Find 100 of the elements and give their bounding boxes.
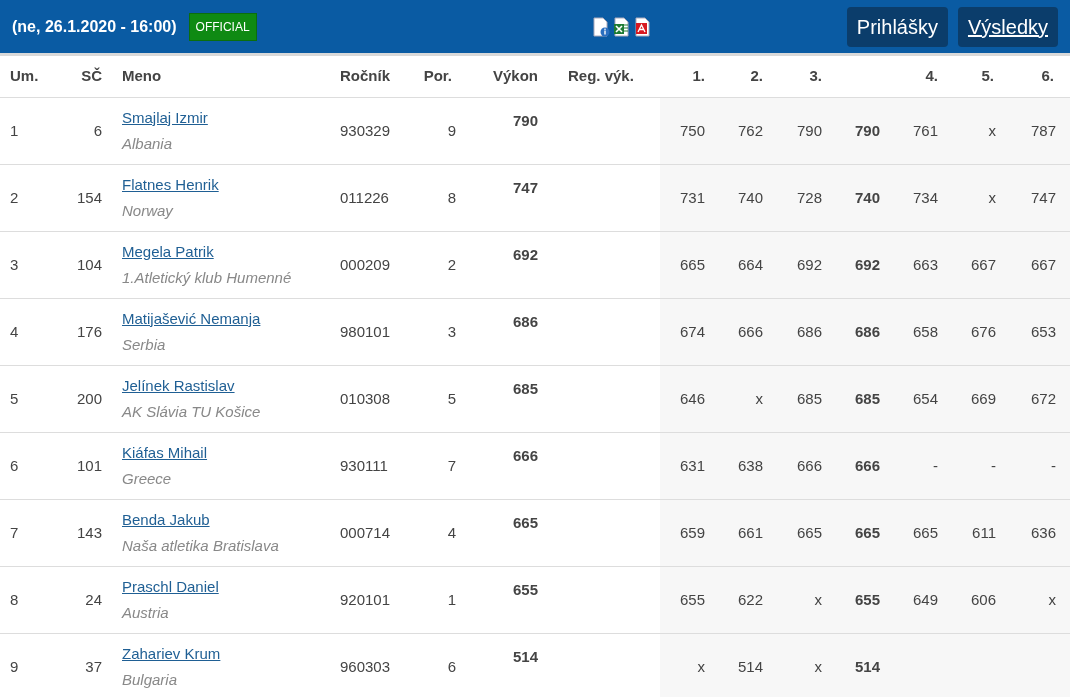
attempt-cell: 731 bbox=[660, 165, 715, 231]
attempt-cell: 622 bbox=[715, 567, 775, 633]
result-cell-text: 692 bbox=[512, 245, 538, 265]
attempt-cell: 661 bbox=[715, 500, 775, 566]
order-cell-text: 4 bbox=[447, 522, 456, 543]
bib-cell-text: 37 bbox=[85, 656, 102, 677]
attempt-cell: x bbox=[1008, 567, 1070, 633]
best-attempt-cell: 790 bbox=[830, 98, 890, 164]
result-cell-text: 514 bbox=[512, 647, 538, 667]
club-name: Bulgaria bbox=[122, 670, 178, 690]
best-attempt-cell: 655 bbox=[830, 567, 890, 633]
event-datetime: (ne, 26.1.2020 - 16:00) bbox=[12, 16, 177, 37]
result-cell-text: 666 bbox=[512, 446, 538, 466]
birth-date-cell-text: 010308 bbox=[340, 388, 391, 409]
result-cell-text: 655 bbox=[512, 580, 538, 600]
athlete-link[interactable]: Flatnes Henrik bbox=[122, 173, 219, 196]
birth-date-cell-text: 980101 bbox=[340, 321, 391, 342]
attempt-cell: 631 bbox=[660, 433, 715, 499]
attempt-cell: 665 bbox=[660, 232, 715, 298]
birth-date-cell-text: 011226 bbox=[340, 187, 389, 208]
bib-cell-text: 143 bbox=[76, 522, 102, 543]
nav-button[interactable]: Prihlášky bbox=[846, 6, 948, 47]
order-cell-text: 6 bbox=[447, 656, 456, 677]
attempt-cell: 676 bbox=[950, 299, 1008, 365]
attempt-cell: 654 bbox=[890, 366, 950, 432]
bib-cell-text: 6 bbox=[93, 120, 102, 141]
nav-button[interactable]: Výsledky bbox=[957, 6, 1058, 47]
order-cell-text: 9 bbox=[447, 120, 456, 141]
attempt-cell: 686 bbox=[775, 299, 830, 365]
attempt-cell: 734 bbox=[890, 165, 950, 231]
attempt-cell: 750 bbox=[660, 98, 715, 164]
rank-cell-text: 8 bbox=[10, 589, 19, 610]
pdf-icon[interactable] bbox=[633, 16, 652, 37]
attempt-cell: 638 bbox=[715, 433, 775, 499]
column-header: 5. bbox=[981, 67, 994, 85]
rank-cell-text: 4 bbox=[10, 321, 19, 342]
rank-cell-text: 9 bbox=[10, 656, 19, 677]
athlete-link[interactable]: Jelínek Rastislav bbox=[122, 374, 235, 397]
bib-cell-text: 104 bbox=[76, 254, 102, 275]
result-cell-text: 747 bbox=[512, 178, 538, 198]
attempt-cell: 649 bbox=[890, 567, 950, 633]
rank-cell-text: 7 bbox=[10, 522, 19, 543]
athlete-link[interactable]: Matijašević Nemanja bbox=[122, 307, 261, 330]
birth-date-cell-text: 000209 bbox=[340, 254, 391, 275]
attempt-cell: 663 bbox=[890, 232, 950, 298]
attempt-cell: 762 bbox=[715, 98, 775, 164]
birth-date-cell-text: 000714 bbox=[340, 522, 391, 543]
athlete-link[interactable]: Kiáfas Mihail bbox=[122, 441, 208, 464]
attempt-cell: 667 bbox=[1008, 232, 1070, 298]
attempt-cell: x bbox=[950, 165, 1008, 231]
attempt-cell: 728 bbox=[775, 165, 830, 231]
best-attempt-cell: 665 bbox=[830, 500, 890, 566]
order-cell-text: 8 bbox=[447, 187, 456, 208]
attempt-cell: - bbox=[890, 433, 950, 499]
athlete-link[interactable]: Zahariev Krum bbox=[122, 642, 221, 665]
column-header: 1. bbox=[692, 67, 705, 85]
birth-date-cell-text: 930329 bbox=[340, 120, 391, 141]
attempt-cell: 666 bbox=[715, 299, 775, 365]
column-header: 3. bbox=[809, 67, 822, 85]
attempt-cell: 747 bbox=[1008, 165, 1070, 231]
club-name: AK Slávia TU Košice bbox=[122, 402, 261, 422]
attempt-cell: 646 bbox=[660, 366, 715, 432]
status-badge: OFFICIAL bbox=[188, 12, 257, 41]
result-cell-text: 665 bbox=[512, 513, 538, 533]
attempt-cell: 655 bbox=[660, 567, 715, 633]
document-info-icon[interactable] bbox=[591, 16, 610, 37]
result-cell-text: 686 bbox=[512, 312, 538, 332]
attempt-cell: 653 bbox=[1008, 299, 1070, 365]
column-header: 2. bbox=[750, 67, 763, 85]
attempt-cell: 659 bbox=[660, 500, 715, 566]
bib-cell-text: 200 bbox=[76, 388, 102, 409]
birth-date-cell-text: 960303 bbox=[340, 656, 391, 677]
bib-cell-text: 24 bbox=[85, 589, 102, 610]
rank-cell-text: 1 bbox=[10, 120, 19, 141]
club-name: Albania bbox=[122, 134, 173, 154]
athlete-link[interactable]: Praschl Daniel bbox=[122, 575, 219, 598]
club-name: Austria bbox=[122, 603, 169, 623]
attempt-cell: 669 bbox=[950, 366, 1008, 432]
attempt-cell: x bbox=[775, 567, 830, 633]
birth-date-cell-text: 930111 bbox=[340, 455, 388, 476]
best-attempt-cell: 686 bbox=[830, 299, 890, 365]
column-header: Výkon bbox=[493, 67, 538, 85]
attempt-cell: 665 bbox=[775, 500, 830, 566]
attempt-cell: 787 bbox=[1008, 98, 1070, 164]
club-name: Naša atletika Bratislava bbox=[122, 536, 279, 556]
spreadsheet-icon[interactable] bbox=[612, 16, 631, 37]
attempt-cell: 611 bbox=[950, 500, 1008, 566]
best-attempt-cell: 685 bbox=[830, 366, 890, 432]
rank-cell-text: 6 bbox=[10, 455, 19, 476]
best-attempt-cell: 666 bbox=[830, 433, 890, 499]
athlete-link[interactable]: Benda Jakub bbox=[122, 508, 210, 531]
column-header: Por. bbox=[423, 67, 452, 85]
athlete-link[interactable]: Megela Patrik bbox=[122, 240, 214, 263]
column-header: 4. bbox=[925, 67, 938, 85]
attempt-cell: 664 bbox=[715, 232, 775, 298]
attempt-cell: x bbox=[775, 634, 830, 697]
attempt-cell: x bbox=[950, 98, 1008, 164]
athlete-link[interactable]: Smajlaj Izmir bbox=[122, 106, 208, 129]
result-cell-text: 685 bbox=[512, 379, 538, 399]
rank-cell-text: 2 bbox=[10, 187, 19, 208]
